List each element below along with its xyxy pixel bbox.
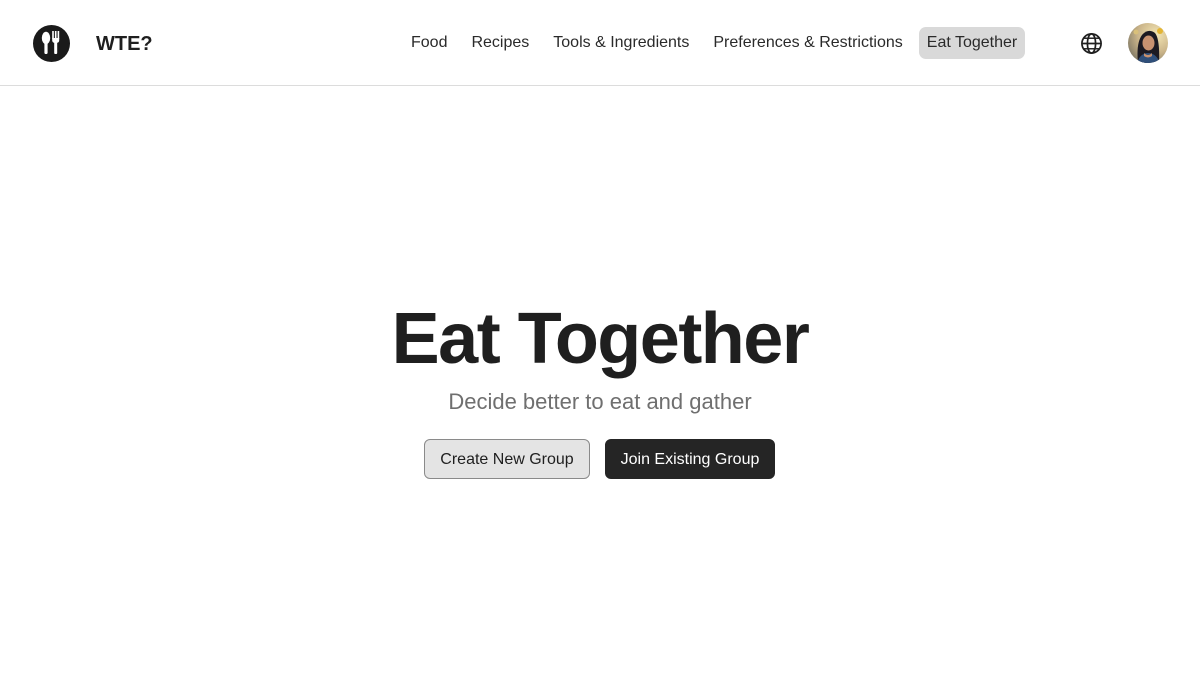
- brand-name[interactable]: WTE?: [96, 31, 153, 57]
- nav-item-food[interactable]: Food: [403, 27, 455, 59]
- nav-item-eat-together[interactable]: Eat Together: [918, 27, 1026, 59]
- globe-icon[interactable]: [1080, 32, 1103, 55]
- page-subtitle: Decide better to eat and gather: [448, 389, 752, 414]
- nav-item-preferences-restrictions[interactable]: Preferences & Restrictions: [705, 27, 910, 59]
- nav-item-recipes[interactable]: Recipes: [463, 27, 537, 59]
- nav-item-tools-ingredients[interactable]: Tools & Ingredients: [545, 27, 697, 59]
- page-title: Eat Together: [391, 299, 810, 379]
- top-navigation-bar: WTE? Food Recipes Tools & Ingredients Pr…: [0, 0, 1200, 86]
- main-nav: Food Recipes Tools & Ingredients Prefere…: [403, 27, 1026, 59]
- create-new-group-button[interactable]: Create New Group: [424, 439, 590, 479]
- fork-spoon-logo-icon[interactable]: [33, 25, 70, 62]
- join-existing-group-button[interactable]: Join Existing Group: [605, 439, 775, 479]
- user-avatar[interactable]: [1128, 23, 1168, 63]
